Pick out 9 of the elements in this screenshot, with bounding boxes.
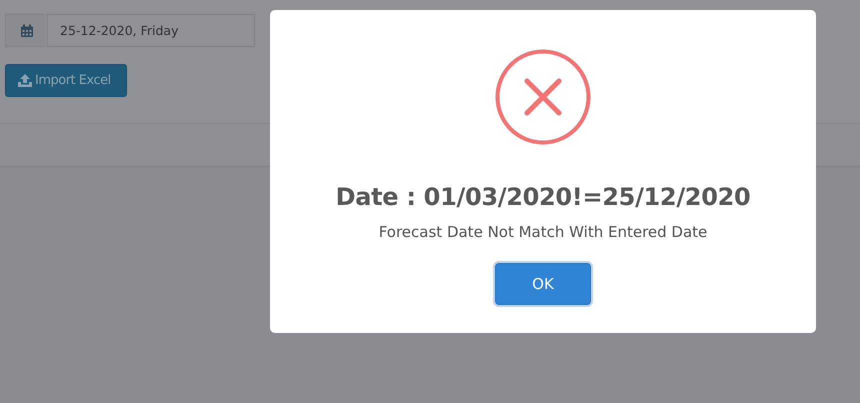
dialog-title: Date : 01/03/2020!=25/12/2020 bbox=[336, 183, 750, 211]
date-field[interactable]: 25-12-2020, Friday bbox=[48, 14, 255, 47]
calendar-button[interactable] bbox=[5, 14, 48, 47]
error-x-icon bbox=[495, 49, 591, 145]
dialog-message: Forecast Date Not Match With Entered Date bbox=[378, 223, 708, 241]
calendar-icon bbox=[20, 24, 34, 38]
upload-icon bbox=[18, 74, 32, 87]
ok-button[interactable]: OK bbox=[495, 263, 591, 305]
import-excel-button[interactable]: Import Excel bbox=[5, 64, 127, 97]
